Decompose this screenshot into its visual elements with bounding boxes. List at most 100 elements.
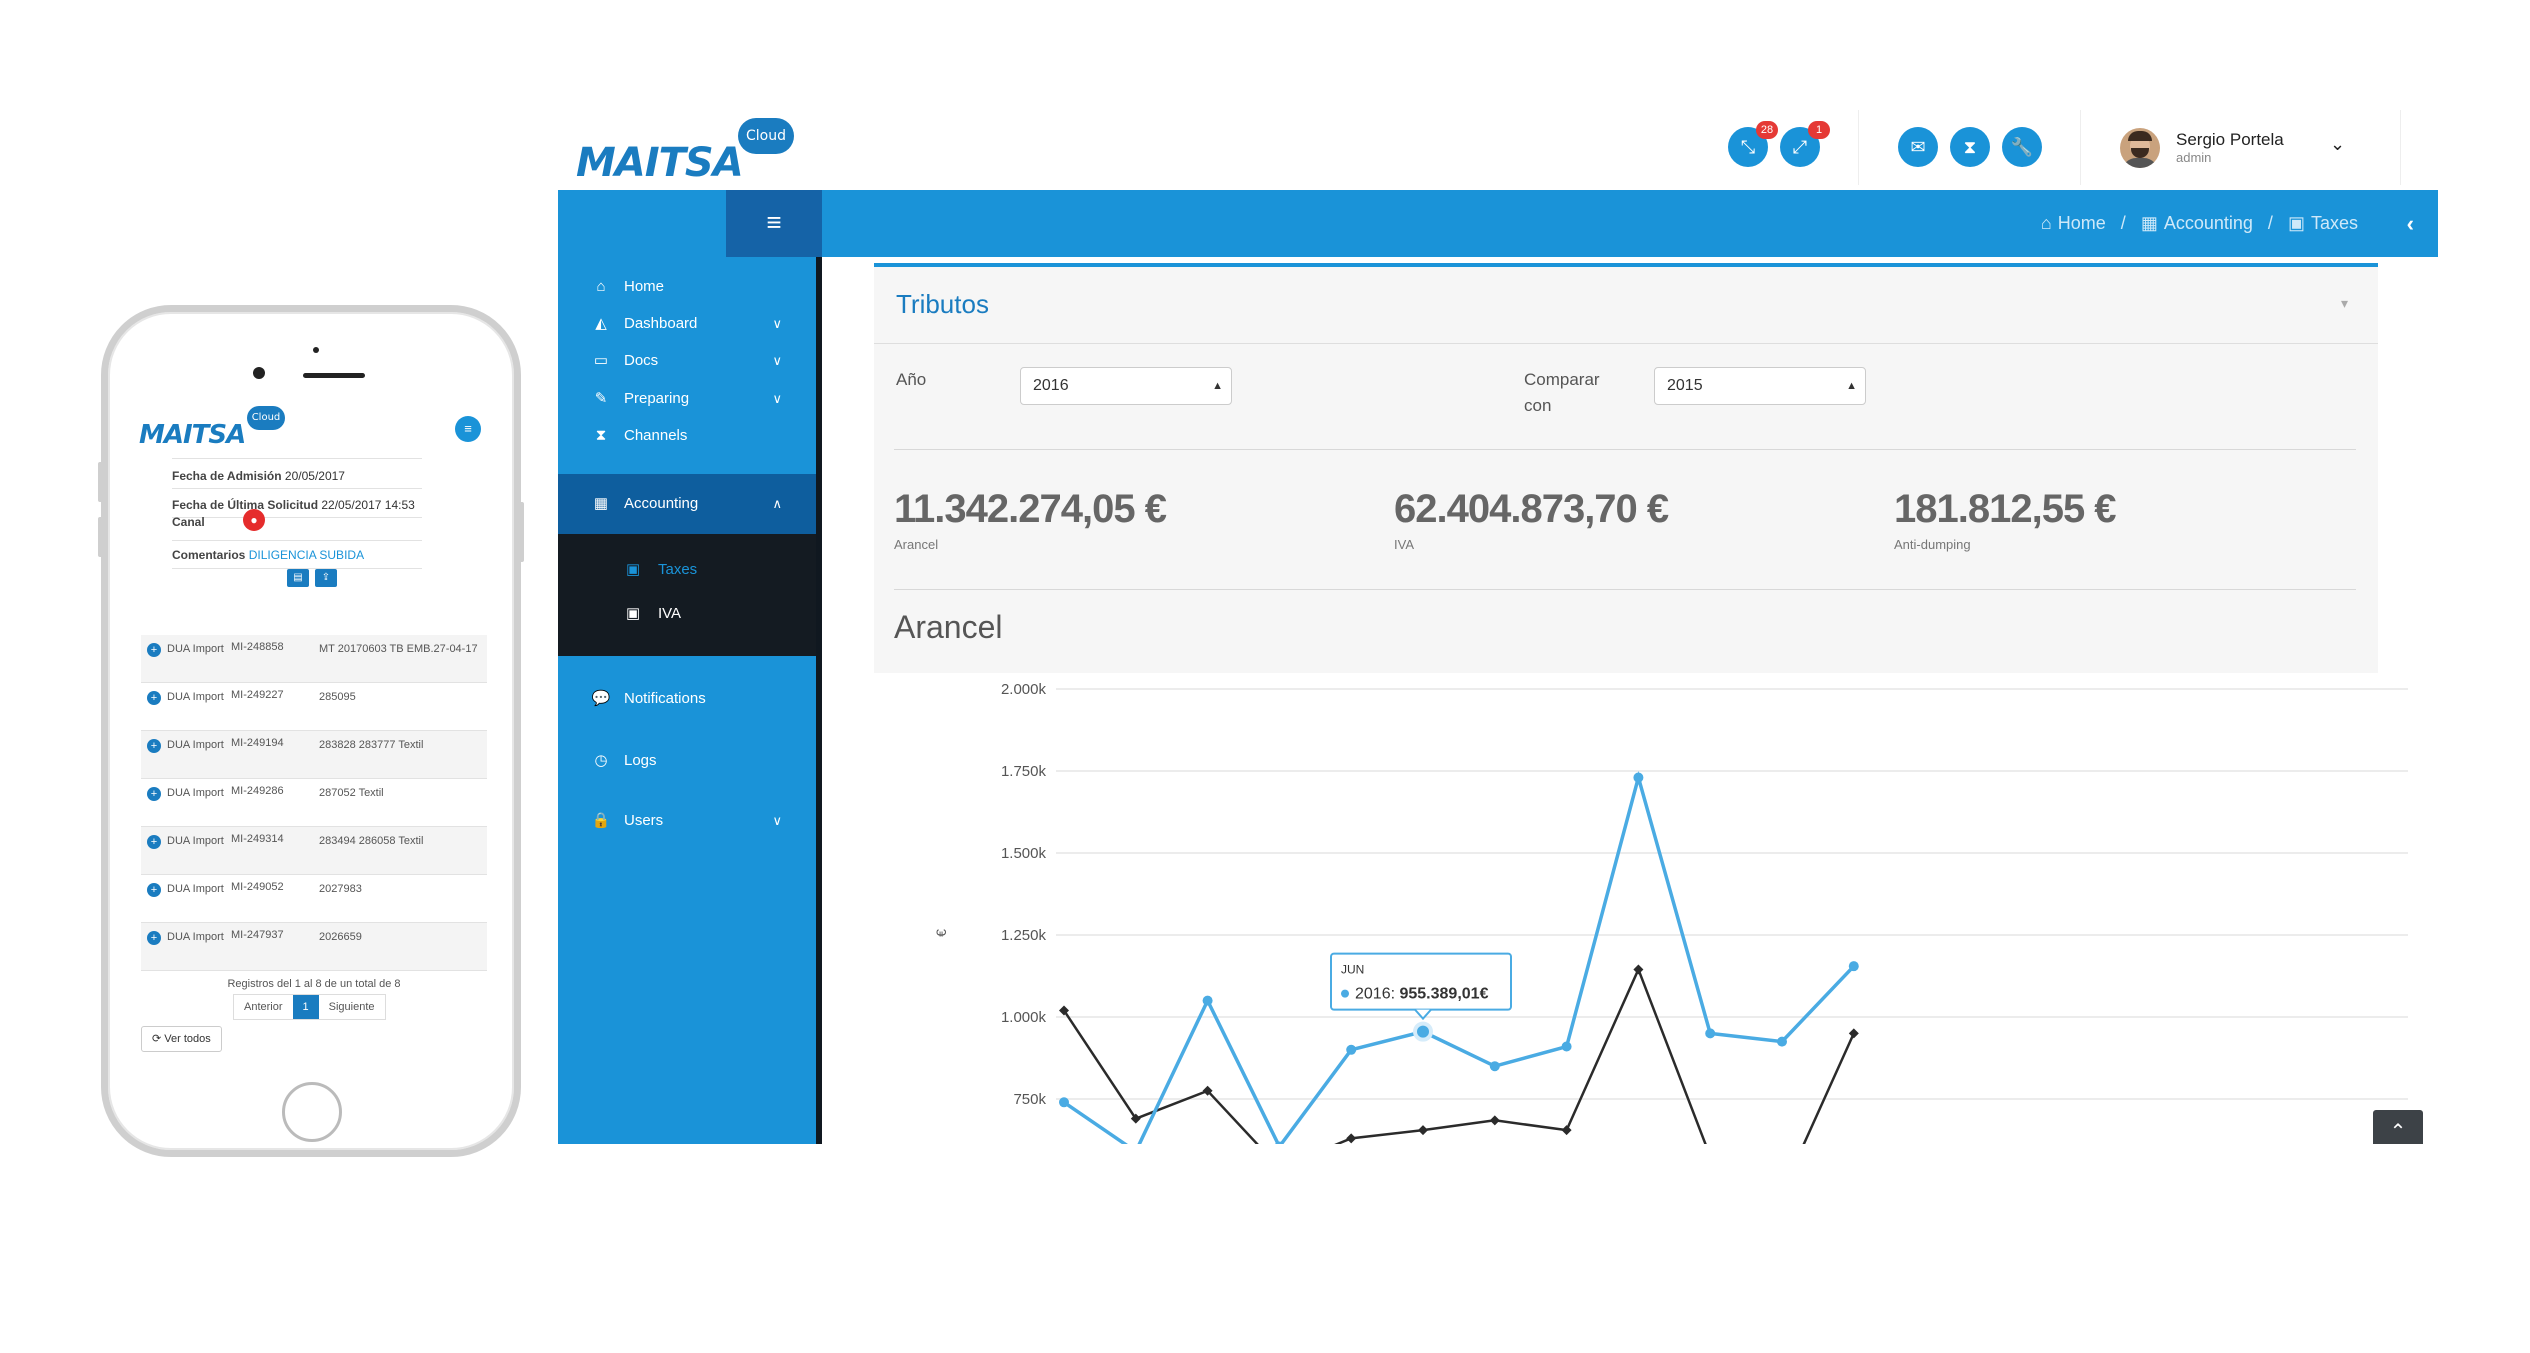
- table-row[interactable]: + DUA Import MI-249052 2027983: [141, 875, 487, 923]
- row-id: MI-249194: [231, 737, 284, 749]
- canal-status-icon: ●: [243, 509, 265, 531]
- expand-row-icon[interactable]: +: [147, 931, 161, 945]
- comentarios: Comentarios DILIGENCIA SUBIDA: [172, 548, 365, 562]
- collapse-caret-icon[interactable]: ▾: [2341, 295, 2348, 312]
- sidebar-item-logs[interactable]: ◷ Logs: [558, 731, 816, 791]
- sidebar-item-label: Users: [624, 812, 664, 829]
- divider: [172, 458, 422, 459]
- collapse-panel-button[interactable]: ‹: [2407, 190, 2414, 257]
- wrench-button[interactable]: 🔧: [2002, 127, 2042, 167]
- expand-row-icon[interactable]: +: [147, 787, 161, 801]
- app-logo[interactable]: MAITSA Cloud: [576, 118, 794, 186]
- sidebar-item-notifications[interactable]: 💬 Notifications: [558, 669, 816, 729]
- submenu-item-iva[interactable]: ▣ IVA: [558, 592, 816, 636]
- refresh-icon: ⟳: [152, 1033, 162, 1045]
- sidebar-item-accounting[interactable]: ▦ Accounting ∧: [558, 474, 816, 534]
- comentarios-value: DILIGENCIA SUBIDA: [248, 548, 365, 562]
- data-point-2015: [1561, 1125, 1572, 1136]
- submenu-item-taxes[interactable]: ▣ Taxes: [558, 548, 816, 592]
- breadcrumb-home[interactable]: Home: [2058, 213, 2106, 233]
- compare-label: Comparar con: [1524, 370, 1600, 415]
- phone-home-button: [282, 1082, 342, 1142]
- antidumping-total: 181.812,55 €: [1894, 487, 2117, 531]
- compare-year-select[interactable]: 2015 ▲: [1654, 367, 1866, 405]
- expand-row-icon[interactable]: +: [147, 691, 161, 705]
- home-icon: ⌂: [2040, 213, 2052, 233]
- row-id: MI-248858: [231, 641, 284, 653]
- pager-prev-button[interactable]: Anterior: [234, 995, 293, 1019]
- sidebar-toggle-button[interactable]: ≡: [726, 190, 822, 257]
- notification-badge: 1: [1808, 121, 1830, 139]
- app-logo-cloud: Cloud: [738, 118, 794, 154]
- mobile-menu-button[interactable]: ≡: [455, 416, 481, 442]
- inbox-icon: ✉: [1910, 137, 1926, 157]
- expand-row-icon[interactable]: +: [147, 883, 161, 897]
- year-select[interactable]: 2016 ▲: [1020, 367, 1232, 405]
- clock-icon: ◷: [594, 752, 608, 769]
- divider: [172, 488, 422, 489]
- row-reference: MT 20170603 TB EMB.27-04-17: [319, 643, 478, 655]
- table-row[interactable]: + DUA Import MI-249194 283828 283777 Textil: [141, 731, 487, 779]
- expand-button[interactable]: ⤢ 1: [1780, 121, 1830, 167]
- table-row[interactable]: + DUA Import MI-248858 MT 20170603 TB EMB.2…: [141, 635, 487, 683]
- scroll-to-top-button[interactable]: ⌃: [2373, 1110, 2423, 1144]
- row-reference: 2027983: [319, 883, 362, 895]
- compress-icon: ⤡: [1740, 137, 1756, 157]
- row-reference: 285095: [319, 691, 356, 703]
- y-tick-label: 1.250k: [1001, 927, 1047, 944]
- table-row[interactable]: + DUA Import MI-247937 2026659: [141, 923, 487, 971]
- divider: [172, 540, 422, 541]
- row-type: DUA Import: [167, 691, 224, 703]
- data-point-2015: [1848, 1028, 1859, 1039]
- data-point-2016: [1489, 1061, 1500, 1072]
- hamburger-icon: ≡: [464, 421, 472, 436]
- avatar: [2120, 128, 2160, 168]
- table-row[interactable]: + DUA Import MI-249286 287052 Textil: [141, 779, 487, 827]
- pager-next-button[interactable]: Siguiente: [318, 995, 385, 1019]
- row-reference: 283494 286058 Textil: [319, 835, 424, 847]
- inbox-button[interactable]: ✉: [1898, 127, 1938, 167]
- comments-icon: 💬: [591, 690, 611, 707]
- divider: [894, 449, 2356, 450]
- highlighted-point: [1413, 1021, 1433, 1042]
- select-arrows-icon: ▲: [1846, 380, 1857, 392]
- breadcrumb-accounting[interactable]: Accounting: [2164, 213, 2253, 233]
- mobile-logo[interactable]: MAITSA Cloud: [139, 406, 285, 450]
- row-id: MI-249314: [231, 833, 284, 845]
- header-divider: [1858, 110, 1859, 185]
- chevron-up-icon: ∧: [772, 496, 782, 511]
- row-reference: 287052 Textil: [319, 787, 384, 799]
- breadcrumb-separator: /: [2267, 213, 2273, 233]
- row-id: MI-249286: [231, 785, 284, 797]
- table-row[interactable]: + DUA Import MI-249314 283494 286058 Textil: [141, 827, 487, 875]
- y-tick-label: 2.000k: [1001, 681, 1047, 698]
- expand-row-icon[interactable]: +: [147, 835, 161, 849]
- upload-icon[interactable]: ⇪: [315, 569, 337, 587]
- notification-badge: 28: [1756, 121, 1778, 139]
- expand-row-icon[interactable]: +: [147, 739, 161, 753]
- sidebar: ⌂ Home ◭ Dashboard ∨ ▭ Docs ∨ ✎ Preparin…: [558, 257, 822, 1144]
- breadcrumb-taxes[interactable]: Taxes: [2311, 213, 2358, 233]
- data-point-2015: [1346, 1133, 1357, 1144]
- phone-power-button: [519, 502, 524, 562]
- list-icon[interactable]: ▤: [287, 569, 309, 587]
- wrench-icon: 🔧: [2010, 137, 2034, 157]
- sidebar-item-users[interactable]: 🔒 Users ∨: [558, 791, 816, 851]
- pager-page-1[interactable]: 1: [292, 995, 319, 1019]
- ver-todos-button[interactable]: ⟳ Ver todos: [141, 1026, 222, 1052]
- expand-row-icon[interactable]: +: [147, 643, 161, 657]
- data-point-2015: [1489, 1115, 1500, 1126]
- row-type: DUA Import: [167, 787, 224, 799]
- compress-button[interactable]: ⤡ 28: [1728, 121, 1778, 167]
- table-row[interactable]: + DUA Import MI-249227 285095: [141, 683, 487, 731]
- antidumping-label: Anti-dumping: [1894, 537, 1971, 552]
- row-type: DUA Import: [167, 931, 224, 943]
- chevron-left-icon: ‹: [2406, 211, 2414, 236]
- phone-volume-button: [98, 517, 103, 557]
- hourglass-button[interactable]: ⧗: [1950, 127, 1990, 167]
- user-name: Sergio Portela: [2176, 130, 2284, 149]
- sidebar-item-channels[interactable]: ⧗ Channels: [558, 406, 816, 466]
- hourglass-icon: ⧗: [595, 427, 607, 444]
- top-bar: ≡ ⌂ Home / ▦ Accounting / ▣ Taxes ‹: [558, 190, 2438, 257]
- panel-title: Tributos: [896, 289, 989, 319]
